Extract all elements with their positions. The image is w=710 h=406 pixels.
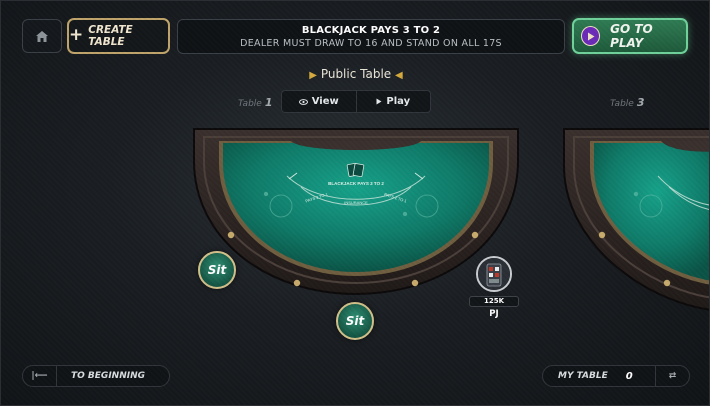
arrow-to-start-icon: |⟵ [23,366,57,386]
sit-button-left[interactable]: Sit [198,251,236,289]
felt-payout-text: BLACKJACK PAYS 3 TO 2 [328,181,384,186]
blackjack-table-main[interactable]: BLACKJACK PAYS 3 TO 2 PAYS 2 TO 1 INSURA… [193,128,519,296]
my-table-control[interactable]: MY TABLE 0 ⇄ [542,365,690,387]
swap-icon[interactable]: ⇄ [655,366,689,386]
sit-button-center[interactable]: Sit [336,302,374,340]
my-table-label: MY TABLE [558,371,608,381]
blackjack-table-next[interactable] [563,128,710,311]
tables-layer: BLACKJACK PAYS 3 TO 2 PAYS 2 TO 1 INSURA… [193,128,710,311]
player-name: PJ [489,309,499,319]
my-table-count: 0 [625,370,633,382]
to-beginning-button[interactable]: |⟵ TO BEGINNING [22,365,170,387]
game-lobby: + CREATE TABLE BLACKJACK PAYS 3 TO 2 DEA… [0,0,710,406]
player-avatar[interactable] [476,256,512,292]
to-beginning-label: TO BEGINNING [71,371,145,381]
avatar [478,258,510,290]
player-chip-amount: 125K [469,296,519,307]
card-icon [346,162,365,178]
felt-insurance: INSURANCE [344,200,368,205]
